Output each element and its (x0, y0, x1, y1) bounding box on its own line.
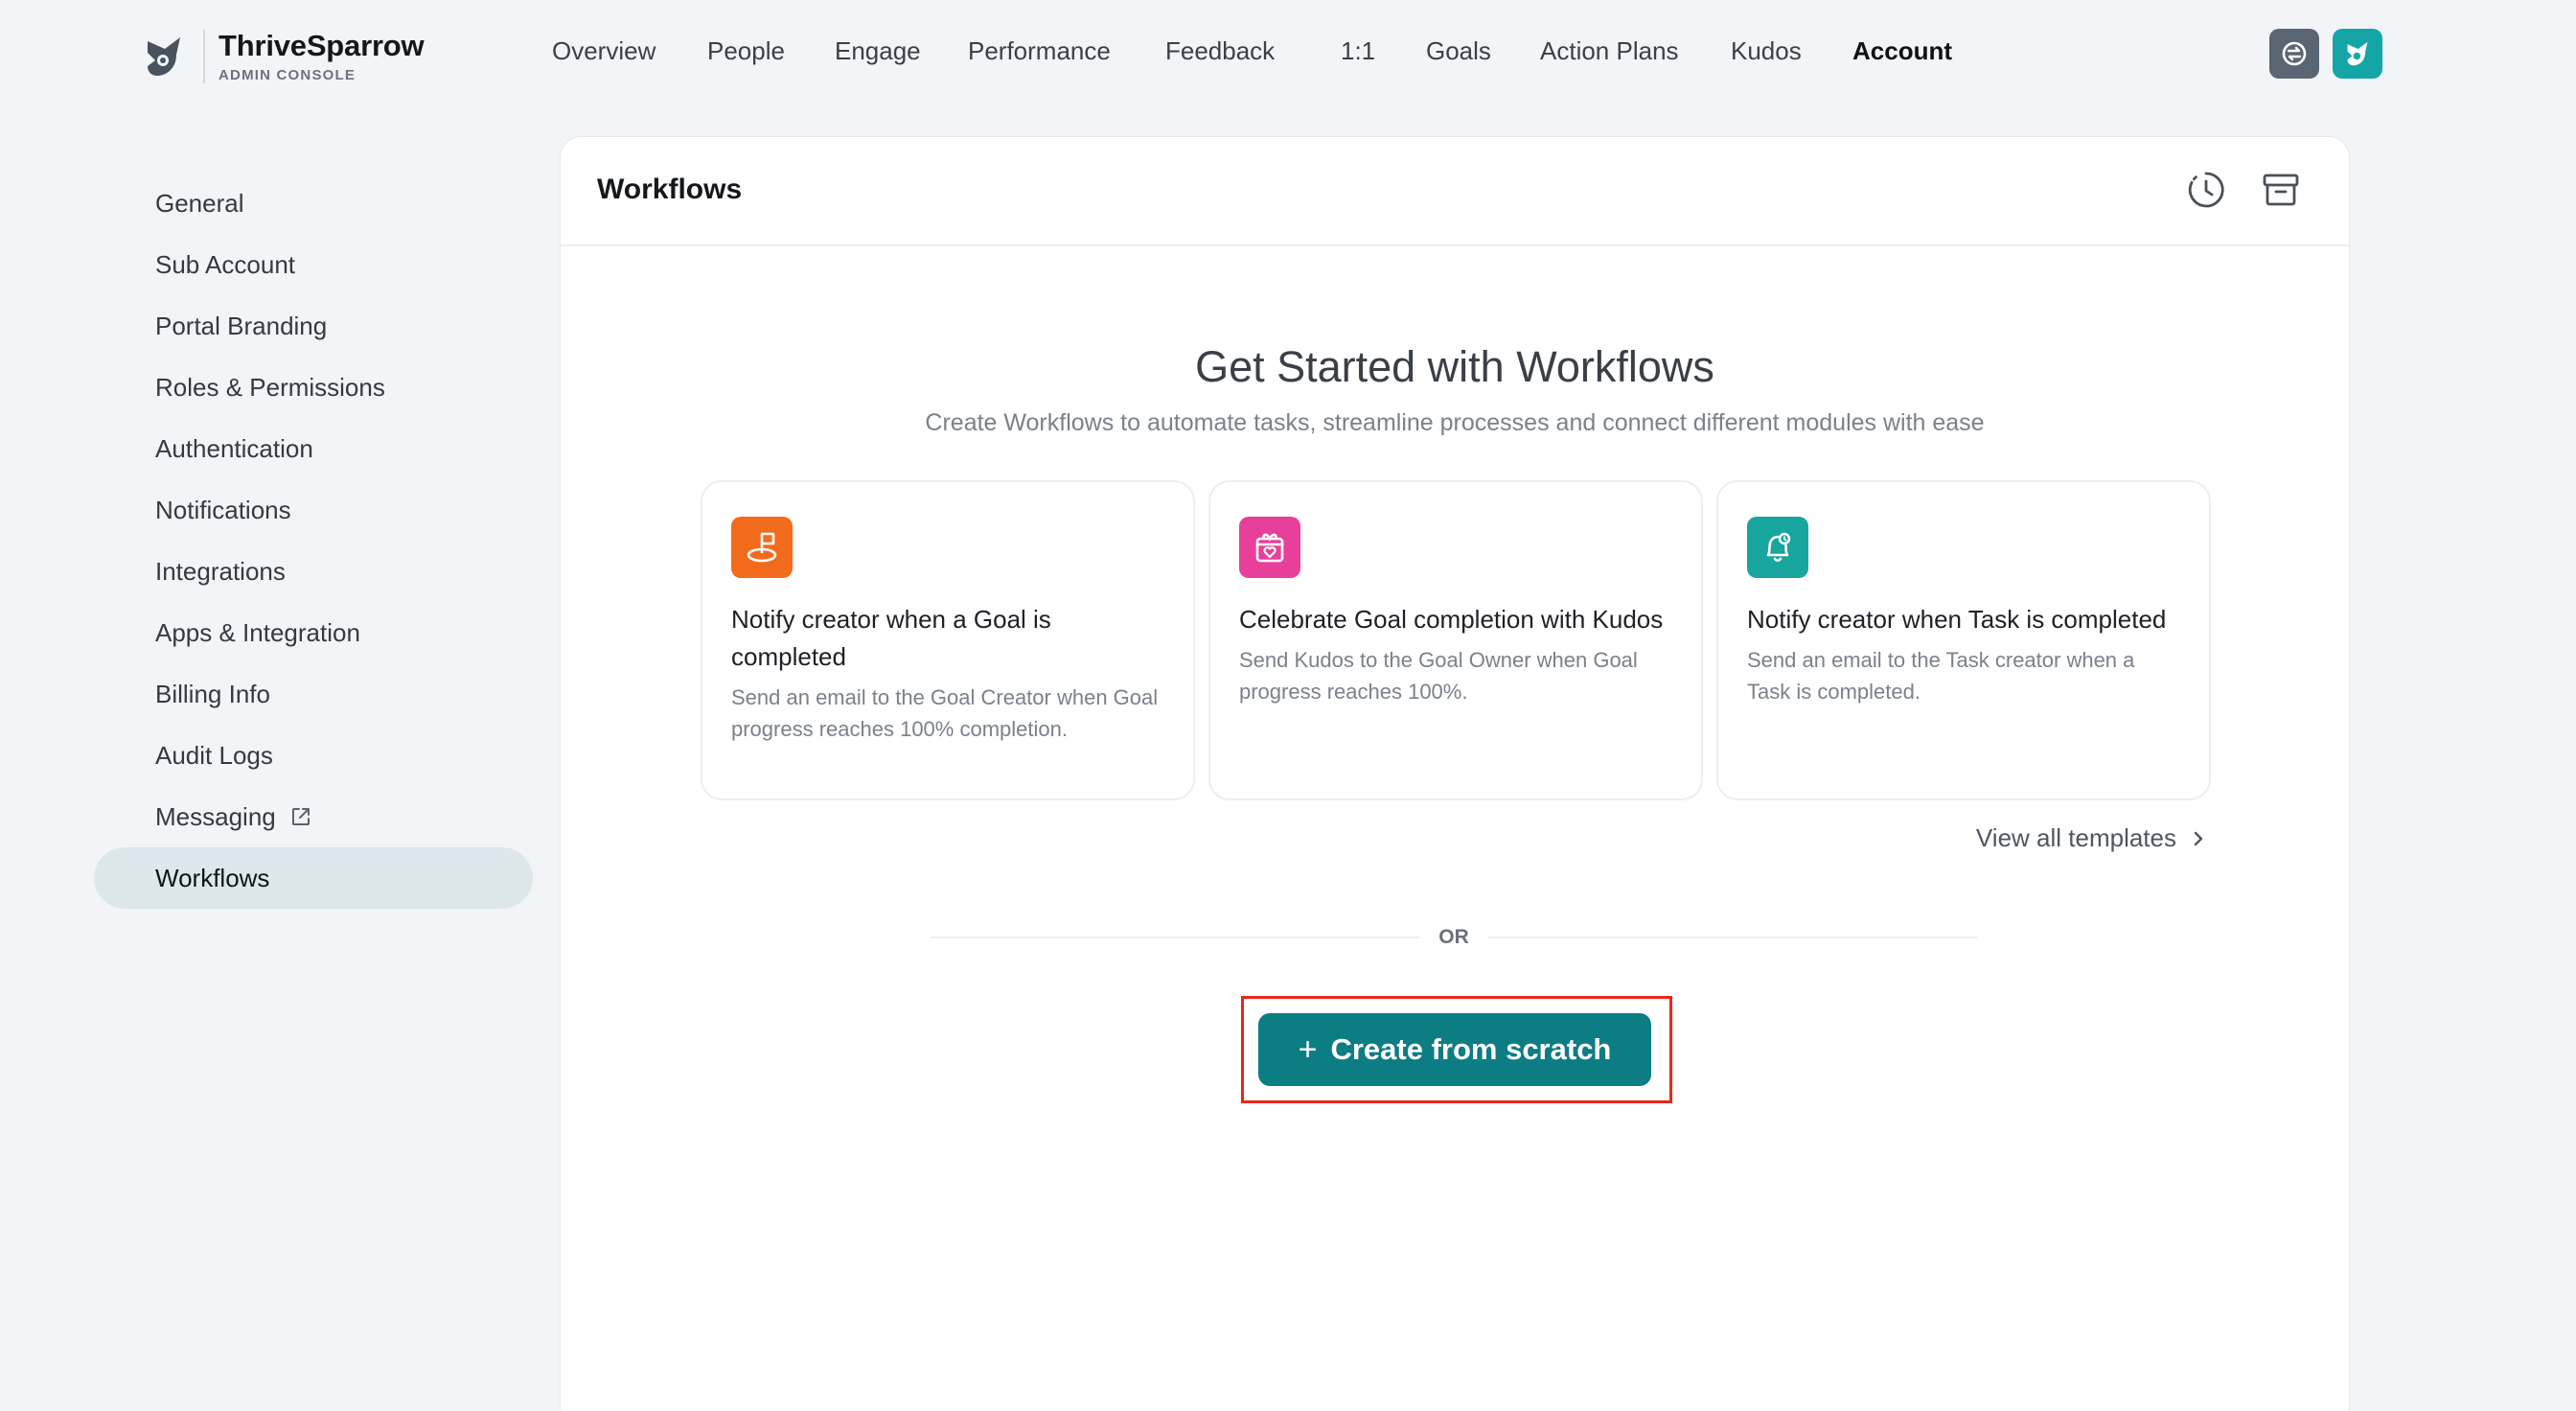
nav-kudos[interactable]: Kudos (1731, 36, 1802, 66)
sidebar-item-label: Notifications (155, 495, 291, 524)
switch-console-button[interactable] (2269, 29, 2319, 79)
external-link-icon (289, 805, 312, 828)
brand-subtitle: ADMIN CONSOLE (218, 67, 356, 83)
template-cards: Notify creator when a Goal is completed … (701, 480, 2211, 800)
hero-title: Get Started with Workflows (1195, 342, 1714, 391)
sidebar-item-billing-info[interactable]: Billing Info (94, 663, 533, 725)
sidebar-item-portal-branding[interactable]: Portal Branding (94, 295, 533, 357)
create-from-scratch-button[interactable]: + Create from scratch (1258, 1013, 1651, 1086)
panel-header: Workflows (561, 137, 2349, 246)
sidebar-item-label: Authentication (155, 433, 313, 463)
sidebar-item-label: Roles & Permissions (155, 372, 385, 402)
nav-people[interactable]: People (707, 36, 785, 66)
sidebar-item-label: General (155, 188, 244, 218)
sidebar-item-label: Portal Branding (155, 311, 328, 340)
view-all-templates-link[interactable]: View all templates (1976, 823, 2205, 853)
sidebar-item-integrations[interactable]: Integrations (94, 541, 533, 602)
sidebar-item-label: Messaging (155, 801, 276, 831)
hero-subtitle: Create Workflows to automate tasks, stre… (925, 409, 1985, 436)
plus-icon: + (1298, 1030, 1318, 1068)
sidebar-item-label: Integrations (155, 556, 286, 586)
sidebar-item-workflows[interactable]: Workflows (94, 847, 533, 909)
history-button[interactable] (2186, 170, 2226, 210)
archive-icon (2263, 173, 2299, 206)
create-button-label: Create from scratch (1330, 1032, 1612, 1066)
nav-action-plans[interactable]: Action Plans (1540, 36, 1679, 66)
sidebar-item-label: Audit Logs (155, 740, 273, 770)
chevron-right-icon (2194, 831, 2203, 845)
sidebar-item-general[interactable]: General (94, 173, 533, 234)
sidebar-item-roles-permissions[interactable]: Roles & Permissions (94, 357, 533, 418)
nav-feedback[interactable]: Feedback (1165, 36, 1275, 66)
sidebar-item-audit-logs[interactable]: Audit Logs (94, 725, 533, 786)
sparrow-icon (2347, 41, 2368, 66)
or-divider: OR (931, 926, 1977, 949)
view-all-label: View all templates (1975, 823, 2176, 852)
sidebar-item-notifications[interactable]: Notifications (94, 479, 533, 541)
gift-heart-icon (1239, 517, 1300, 578)
brand[interactable]: ThriveSparrow ADMIN CONSOLE (142, 29, 425, 83)
top-bar: ThriveSparrow ADMIN CONSOLE Overview Peo… (0, 0, 2576, 111)
or-text: OR (1438, 926, 1469, 948)
card-title: Celebrate Goal completion with Kudos (1239, 605, 1664, 634)
template-card-celebrate-kudos[interactable]: Celebrate Goal completion with Kudos Sen… (1208, 480, 1703, 800)
history-icon (2188, 172, 2224, 208)
sidebar-item-label: Apps & Integration (155, 617, 360, 647)
nav-one-on-one[interactable]: 1:1 (1341, 36, 1375, 66)
card-description: Send an email to the Task creator when a… (1747, 648, 2135, 704)
sidebar-item-label: Workflows (155, 863, 270, 892)
goal-flag-icon (731, 517, 793, 578)
settings-sidebar: General Sub Account Portal Branding Role… (94, 173, 533, 909)
nav-performance[interactable]: Performance (968, 36, 1111, 66)
sidebar-item-messaging[interactable]: Messaging (94, 786, 533, 847)
sidebar-item-label: Billing Info (155, 679, 270, 708)
page-title: Workflows (597, 173, 743, 205)
card-description: Send an email to the Goal Creator when G… (731, 685, 1159, 741)
user-avatar-button[interactable] (2333, 29, 2382, 79)
card-title: Notify creator when Task is completed (1747, 605, 2167, 634)
sidebar-item-authentication[interactable]: Authentication (94, 418, 533, 479)
brand-divider (203, 29, 205, 83)
nav-account[interactable]: Account (1852, 36, 1952, 66)
template-card-task-notify[interactable]: Notify creator when Task is completed Se… (1716, 480, 2211, 800)
thrivesparrow-logo-icon (148, 36, 180, 76)
sidebar-item-label: Sub Account (155, 249, 295, 279)
card-title: Notify creator when a Goal is completed (731, 605, 1051, 671)
nav-overview[interactable]: Overview (552, 36, 656, 66)
workflows-panel: Workflows Get Started with Workflows Cre… (560, 136, 2350, 1411)
nav-engage[interactable]: Engage (835, 36, 921, 66)
bell-icon (1747, 517, 1808, 578)
template-card-goal-notify[interactable]: Notify creator when a Goal is completed … (701, 480, 1195, 800)
card-description: Send Kudos to the Goal Owner when Goal p… (1239, 648, 1638, 704)
brand-name: ThriveSparrow (218, 29, 425, 62)
divider-line (1487, 937, 1977, 938)
sidebar-item-sub-account[interactable]: Sub Account (94, 234, 533, 295)
nav-goals[interactable]: Goals (1426, 36, 1491, 66)
archive-button[interactable] (2261, 170, 2301, 210)
divider-line (931, 937, 1420, 938)
sidebar-item-apps-integration[interactable]: Apps & Integration (94, 602, 533, 663)
switch-icon (2282, 41, 2307, 66)
